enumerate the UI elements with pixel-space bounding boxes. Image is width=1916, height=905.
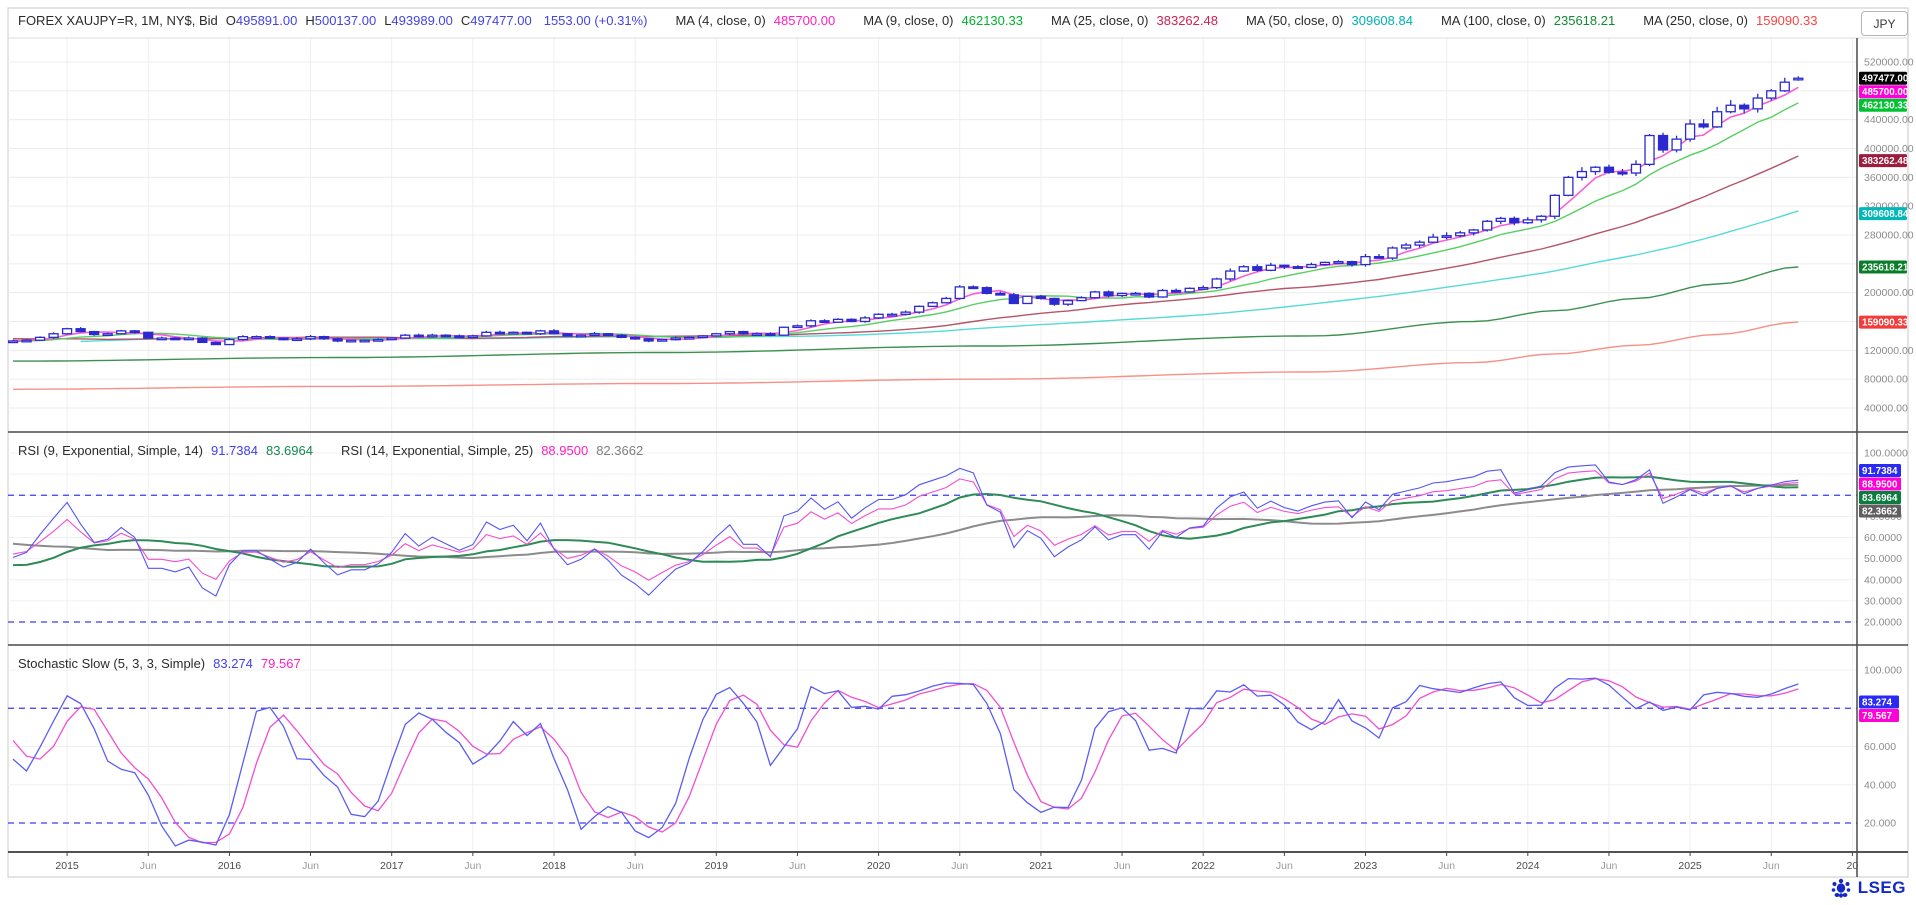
svg-text:40000.00: 40000.00: [1864, 403, 1908, 415]
svg-text:91.7384: 91.7384: [1862, 466, 1898, 477]
header-segment: 493989.00: [391, 13, 452, 28]
svg-text:2019: 2019: [705, 860, 729, 872]
header-segment: MA (25, close, 0): [1051, 13, 1149, 28]
svg-text:440000.00: 440000.00: [1864, 114, 1914, 126]
svg-text:280000.00: 280000.00: [1864, 230, 1914, 242]
svg-text:60.000: 60.000: [1864, 741, 1896, 753]
svg-text:2023: 2023: [1354, 860, 1378, 872]
svg-text:Jun: Jun: [302, 860, 319, 872]
header-segment: H: [305, 13, 314, 28]
currency-button-label: JPY: [1873, 17, 1895, 31]
svg-text:Jun: Jun: [464, 860, 481, 872]
header-segment: 91.7384: [211, 443, 258, 458]
header-segment: RSI (9, Exponential, Simple, 14): [18, 443, 203, 458]
header-segment: 1553.00 (+0.31%): [544, 13, 648, 28]
svg-text:2025: 2025: [1678, 860, 1702, 872]
header-segment: 497477.00: [470, 13, 531, 28]
svg-text:20.0000: 20.0000: [1864, 617, 1902, 629]
header-segment: MA (50, close, 0): [1246, 13, 1344, 28]
svg-text:20.000: 20.000: [1864, 818, 1896, 830]
svg-text:79.567: 79.567: [1862, 711, 1893, 722]
rsi-indicator-header: RSI (9, Exponential, Simple, 14) 91.7384 8…: [18, 443, 643, 458]
header-segment: L: [384, 13, 391, 28]
header-segment: 235618.21: [1554, 13, 1615, 28]
svg-text:2024: 2024: [1516, 860, 1540, 872]
stochastic-indicator-header: Stochastic Slow (5, 3, 3, Simple) 83.274 7…: [18, 656, 301, 671]
svg-text:309608.84: 309608.84: [1862, 209, 1909, 220]
svg-text:20: 20: [1847, 860, 1859, 872]
svg-text:60.0000: 60.0000: [1864, 532, 1902, 544]
svg-text:497477.00: 497477.00: [1862, 74, 1909, 85]
header-segment: MA (9, close, 0): [863, 13, 953, 28]
header-segment: Stochastic Slow (5, 3, 3, Simple): [18, 656, 205, 671]
svg-text:40.000: 40.000: [1864, 779, 1896, 791]
svg-text:Jun: Jun: [140, 860, 157, 872]
svg-text:400000.00: 400000.00: [1864, 143, 1914, 155]
header-segment: RSI (14, Exponential, Simple, 25): [341, 443, 533, 458]
svg-text:30.0000: 30.0000: [1864, 595, 1902, 607]
svg-text:520000.00: 520000.00: [1864, 57, 1914, 69]
header-segment: 82.3662: [596, 443, 643, 458]
svg-text:120000.00: 120000.00: [1864, 345, 1914, 357]
svg-text:Jun: Jun: [951, 860, 968, 872]
header-segment: 83.274: [213, 656, 253, 671]
svg-text:Jun: Jun: [1763, 860, 1780, 872]
svg-text:200000.00: 200000.00: [1864, 287, 1914, 299]
svg-text:Jun: Jun: [1276, 860, 1293, 872]
svg-text:462130.33: 462130.33: [1862, 101, 1909, 112]
header-segment: 462130.33: [962, 13, 1023, 28]
svg-text:2017: 2017: [380, 860, 404, 872]
svg-text:2022: 2022: [1192, 860, 1216, 872]
svg-text:82.3662: 82.3662: [1862, 506, 1898, 517]
header-segment: 88.9500: [541, 443, 588, 458]
svg-text:Jun: Jun: [789, 860, 806, 872]
header-segment: 485700.00: [774, 13, 835, 28]
lseg-logo-text: LSEG: [1858, 878, 1906, 898]
header-segment: 159090.33: [1756, 13, 1817, 28]
rsi-axis: 100.000070.000060.000050.000040.000030.0…: [1859, 448, 1908, 629]
header-segment: 309608.84: [1352, 13, 1413, 28]
svg-text:2020: 2020: [867, 860, 891, 872]
svg-text:83.6964: 83.6964: [1862, 493, 1898, 504]
svg-text:2018: 2018: [542, 860, 566, 872]
svg-text:Jun: Jun: [627, 860, 644, 872]
lseg-crest-icon: [1829, 877, 1853, 899]
svg-text:485700.00: 485700.00: [1862, 87, 1909, 98]
header-segment: C: [461, 13, 470, 28]
header-segment: 83.6964: [266, 443, 313, 458]
svg-text:50.0000: 50.0000: [1864, 553, 1902, 565]
header-segment: MA (100, close, 0): [1441, 13, 1546, 28]
svg-text:159090.33: 159090.33: [1862, 318, 1909, 329]
header-segment: 383262.48: [1157, 13, 1218, 28]
instrument-header: FOREX XAUJPY=R, 1M, NY$, Bid O495891.00 H5…: [18, 13, 1817, 28]
header-segment: 500137.00: [315, 13, 376, 28]
svg-text:Jun: Jun: [1114, 860, 1131, 872]
svg-text:80000.00: 80000.00: [1864, 374, 1908, 386]
svg-text:88.9500: 88.9500: [1862, 479, 1898, 490]
svg-text:83.274: 83.274: [1862, 697, 1893, 708]
svg-text:40.0000: 40.0000: [1864, 574, 1902, 586]
svg-text:Jun: Jun: [1600, 860, 1617, 872]
svg-text:2021: 2021: [1029, 860, 1053, 872]
header-segment: 79.567: [261, 656, 301, 671]
header-segment: FOREX XAUJPY=R, 1M, NY$, Bid: [18, 13, 218, 28]
header-segment: MA (250, close, 0): [1643, 13, 1748, 28]
svg-text:100.000: 100.000: [1864, 665, 1902, 677]
svg-text:100.0000: 100.0000: [1864, 448, 1908, 460]
svg-text:2016: 2016: [218, 860, 242, 872]
svg-text:Jun: Jun: [1438, 860, 1455, 872]
svg-text:2015: 2015: [55, 860, 79, 872]
header-segment: 495891.00: [236, 13, 297, 28]
svg-text:235618.21: 235618.21: [1862, 262, 1909, 273]
header-segment: O: [226, 13, 236, 28]
svg-text:360000.00: 360000.00: [1864, 172, 1914, 184]
currency-button[interactable]: JPY: [1861, 11, 1908, 36]
lseg-logo: LSEG: [1829, 877, 1906, 899]
svg-text:383262.48: 383262.48: [1862, 156, 1909, 167]
chart-window: 520000.00440000.00400000.00360000.003200…: [0, 0, 1916, 905]
header-segment: MA (4, close, 0): [675, 13, 765, 28]
